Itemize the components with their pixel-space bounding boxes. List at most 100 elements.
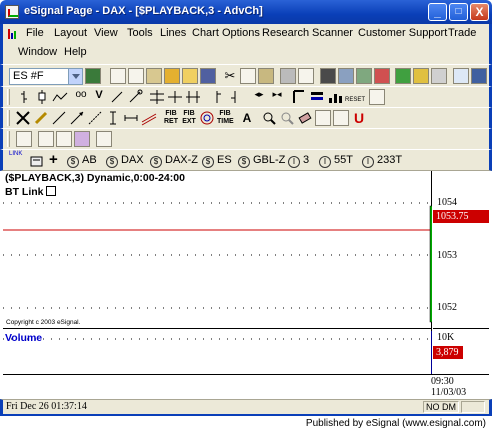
menu-research[interactable]: Research <box>262 27 309 39</box>
toolbar-grip[interactable] <box>7 110 10 126</box>
menu-tools[interactable]: Tools <box>127 27 153 39</box>
chevron-down-icon[interactable] <box>68 69 82 84</box>
menu-trade[interactable]: Trade <box>448 27 476 39</box>
line-chart-icon[interactable] <box>52 89 68 105</box>
menu-window[interactable]: Window <box>18 46 57 58</box>
fib-retracement-icon[interactable]: FIB RET <box>163 110 179 126</box>
volume-axis[interactable]: 10K 3,879 <box>433 329 489 374</box>
link-symbol-ab[interactable]: $ AB <box>67 154 97 168</box>
help-icon[interactable] <box>471 68 487 84</box>
channel-icon[interactable] <box>141 110 157 126</box>
news-icon[interactable] <box>338 68 354 84</box>
tick-chart-icon[interactable] <box>167 89 183 105</box>
add-symbol-icon[interactable]: + <box>49 151 58 168</box>
menu-view[interactable]: View <box>94 27 118 39</box>
copy-icon[interactable] <box>240 68 256 84</box>
paste-icon[interactable] <box>258 68 274 84</box>
quote-window-icon[interactable] <box>110 68 126 84</box>
menu-scanner[interactable]: Scanner <box>312 27 353 39</box>
page-window-icon[interactable] <box>38 131 54 147</box>
menu-chart-options[interactable]: Chart Options <box>192 27 260 39</box>
properties-icon[interactable] <box>369 89 385 105</box>
volume-profile-icon[interactable] <box>149 89 165 105</box>
save-icon[interactable] <box>200 68 216 84</box>
time-sales-icon[interactable] <box>320 68 336 84</box>
close-button[interactable]: X <box>470 3 489 21</box>
color-palette-icon[interactable] <box>74 131 90 147</box>
zoom-in-icon[interactable] <box>261 110 277 126</box>
menu-layout[interactable]: Layout <box>54 27 87 39</box>
range-bar-icon[interactable] <box>185 89 201 105</box>
vertical-line-icon[interactable] <box>105 110 121 126</box>
menu-help[interactable]: Help <box>64 46 87 58</box>
menu-lines[interactable]: Lines <box>160 27 186 39</box>
bt-icon[interactable] <box>291 89 307 105</box>
menu-customer-support[interactable]: Customer Support <box>358 27 447 39</box>
histogram-icon[interactable] <box>327 89 343 105</box>
link-label[interactable]: LINK <box>9 151 22 158</box>
open-folder-icon[interactable] <box>182 68 198 84</box>
text-tool-icon[interactable]: A <box>239 110 255 126</box>
trade-buy-icon[interactable] <box>395 68 411 84</box>
toolbar-grip[interactable] <box>7 89 10 105</box>
account-icon[interactable] <box>431 68 447 84</box>
undo-icon[interactable]: U <box>351 110 367 126</box>
bt-link[interactable]: BT Link <box>5 186 56 198</box>
reset-icon[interactable]: RESET <box>345 89 365 105</box>
kagi-icon[interactable]: V <box>91 89 107 105</box>
extended-line-icon[interactable] <box>87 110 103 126</box>
toolbar-grip[interactable] <box>7 131 10 147</box>
link-interval-3[interactable]: I3 <box>288 154 309 168</box>
sheet-icon[interactable] <box>96 131 112 147</box>
trade-sell-icon[interactable] <box>413 68 429 84</box>
camera-icon[interactable] <box>56 131 72 147</box>
bar-chart-icon[interactable] <box>16 89 32 105</box>
link-interval-233t[interactable]: I 233T <box>362 154 402 168</box>
chart-icon[interactable] <box>146 68 162 84</box>
draw-down-icon[interactable] <box>127 89 143 105</box>
link-symbol-es[interactable]: $ ES <box>202 154 232 168</box>
menu-file[interactable]: File <box>26 27 44 39</box>
chart-window-icon[interactable] <box>8 27 20 39</box>
time-axis[interactable]: 09:30 11/03/03 <box>3 374 489 399</box>
fib-time-icon[interactable]: FIB TIME <box>217 110 234 126</box>
search-icon[interactable] <box>453 68 469 84</box>
candlestick-icon[interactable] <box>34 89 50 105</box>
price-axis[interactable]: 1054 1053.75 1053 1052 <box>433 171 489 329</box>
symbol-dropdown[interactable]: ES #F <box>9 68 83 85</box>
link-symbol-gbl-z[interactable]: $ GBL-Z <box>238 154 285 168</box>
new-window-icon[interactable] <box>16 131 32 147</box>
price-pane[interactable]: ($PLAYBACK,3) Dynamic,0:00-24:00 BT Link… <box>3 171 432 329</box>
delete-drawing-icon[interactable] <box>15 110 31 126</box>
print-icon[interactable] <box>280 68 296 84</box>
color-bars-icon[interactable] <box>309 89 325 105</box>
colors-icon[interactable] <box>164 68 180 84</box>
layout-icon[interactable] <box>333 110 349 126</box>
scroll-icon[interactable]: ◂▸ <box>251 89 267 105</box>
pencil-icon[interactable] <box>33 110 49 126</box>
ray-icon[interactable] <box>69 110 85 126</box>
draw-up-icon[interactable] <box>109 89 125 105</box>
link-settings-icon[interactable] <box>29 153 45 169</box>
link-symbol-dax[interactable]: $ DAX <box>106 154 144 168</box>
zoom-out-icon[interactable] <box>279 110 295 126</box>
fib-arc-icon[interactable] <box>199 110 215 126</box>
trendline-icon[interactable] <box>51 110 67 126</box>
eraser-icon[interactable] <box>297 110 313 126</box>
print-preview-icon[interactable] <box>298 68 314 84</box>
alerts-icon[interactable] <box>356 68 372 84</box>
horizontal-line-icon[interactable] <box>123 110 139 126</box>
cut-icon[interactable]: ✂ <box>222 68 238 84</box>
new-chart-icon[interactable] <box>85 68 101 84</box>
link-lock-icon[interactable] <box>45 186 56 196</box>
minimize-button[interactable]: _ <box>428 3 447 21</box>
market-minder-icon[interactable] <box>374 68 390 84</box>
point-figure-icon[interactable]: oo <box>73 89 89 105</box>
link-interval-55t[interactable]: I 55T <box>319 154 353 168</box>
scale-icon[interactable]: ▸◂ <box>269 89 285 105</box>
fib-extension-icon[interactable]: FIB EXT <box>181 110 197 126</box>
volume-pane[interactable]: Volume <box>3 329 432 374</box>
page-icon[interactable] <box>128 68 144 84</box>
ohlc-icon[interactable] <box>209 89 225 105</box>
chart-window[interactable]: ($PLAYBACK,3) Dynamic,0:00-24:00 BT Link… <box>3 171 489 399</box>
